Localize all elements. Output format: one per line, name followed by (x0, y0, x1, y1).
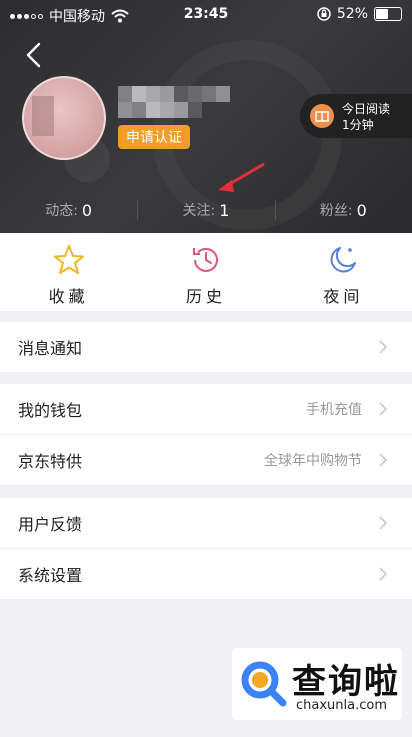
mosaic-tile (132, 86, 146, 102)
avatar[interactable] (22, 76, 106, 160)
menu-item-settings[interactable]: 系统设置 (0, 549, 412, 599)
chevron-right-icon (379, 340, 388, 354)
menu-item-label: 京东特供 (18, 452, 83, 471)
mosaic-tile (132, 102, 146, 118)
menu-item-label: 我的钱包 (18, 401, 83, 420)
night-mode-button[interactable]: 夜间 (275, 233, 412, 311)
mosaic-tile (146, 102, 160, 118)
battery-icon (374, 7, 402, 21)
menu-item-label: 用户反馈 (18, 515, 83, 534)
stat-value: 1 (219, 200, 230, 220)
rotation-lock-icon (317, 7, 331, 21)
reading-title: 今日阅读 (342, 102, 391, 116)
stat-label: 粉丝: (319, 203, 353, 219)
battery-fill (376, 9, 389, 19)
stat-followers[interactable]: 粉丝: 0 (274, 188, 412, 232)
night-label: 夜间 (323, 287, 364, 306)
mosaic-tile (174, 86, 188, 102)
menu-group-notifications: 消息通知 (0, 322, 412, 372)
status-bar: 中国移动 23:45 52% (0, 0, 412, 30)
back-icon[interactable] (20, 40, 50, 70)
menu-item-hint: 手机充值 (306, 402, 362, 418)
menu-item-wallet[interactable]: 我的钱包 手机充值 (0, 384, 412, 435)
today-reading-chip[interactable]: 今日阅读 1分钟 (300, 94, 412, 138)
stat-label: 关注: (182, 203, 216, 219)
quick-actions: 收藏 历史 夜间 (0, 233, 412, 311)
mosaic-tile (202, 86, 216, 102)
menu-group-settings: 用户反馈 系统设置 (0, 498, 412, 599)
mosaic-tile (216, 86, 230, 102)
mosaic-tile (118, 86, 132, 102)
book-icon (310, 104, 334, 128)
mosaic-tile (160, 102, 174, 118)
menu-group-wallet: 我的钱包 手机充值 京东特供 全球年中购物节 (0, 384, 412, 485)
menu-item-label: 消息通知 (18, 339, 83, 358)
menu-item-notifications[interactable]: 消息通知 (0, 322, 412, 372)
mosaic-tile (146, 86, 160, 102)
status-right: 52% (317, 6, 402, 22)
mosaic-tile (174, 102, 188, 118)
favorites-button[interactable]: 收藏 (0, 233, 137, 311)
menu-item-hint: 全球年中购物节 (264, 453, 362, 469)
stat-label: 动态: (45, 203, 78, 219)
mosaic-tile (188, 86, 202, 102)
stat-following[interactable]: 关注: 1 (137, 188, 274, 232)
history-button[interactable]: 历史 (137, 233, 274, 311)
watermark-url: chaxunla.com (296, 698, 387, 713)
chevron-right-icon (379, 567, 388, 581)
mosaic-tile (160, 86, 174, 102)
apply-certification-badge[interactable]: 申请认证 (118, 125, 190, 149)
avatar-blur (32, 96, 54, 136)
mosaic-tile (188, 102, 202, 118)
history-clock-icon (192, 247, 218, 272)
history-label: 历史 (185, 287, 226, 306)
watermark-title: 查询啦 (292, 662, 400, 702)
stat-value: 0 (81, 200, 93, 220)
star-icon (53, 245, 84, 274)
menu-item-label: 系统设置 (18, 566, 83, 585)
battery-label: 52% (336, 6, 368, 22)
menu-item-jd-special[interactable]: 京东特供 全球年中购物节 (0, 435, 412, 485)
chevron-right-icon (379, 516, 388, 530)
mosaic-tile (118, 102, 132, 118)
favorites-label: 收藏 (48, 287, 89, 306)
chevron-right-icon (379, 453, 388, 467)
magnifier-logo-icon (241, 661, 287, 707)
menu-item-feedback[interactable]: 用户反馈 (0, 498, 412, 549)
stats-bar: 动态: 0 关注: 1 粉丝: 0 (0, 188, 412, 232)
profile-header: ● 中国移动 23:45 52% 申请认证 今日阅读 1分钟 动态: 0 关注: 1… (0, 0, 412, 233)
reading-duration: 1分钟 (342, 118, 374, 132)
site-watermark: 查询啦 chaxunla.com (232, 648, 402, 720)
night-moon-icon (330, 247, 357, 273)
username-mosaic (118, 86, 230, 118)
stat-value: 0 (356, 200, 367, 220)
chevron-right-icon (379, 402, 388, 416)
stat-posts[interactable]: 动态: 0 (0, 188, 137, 232)
